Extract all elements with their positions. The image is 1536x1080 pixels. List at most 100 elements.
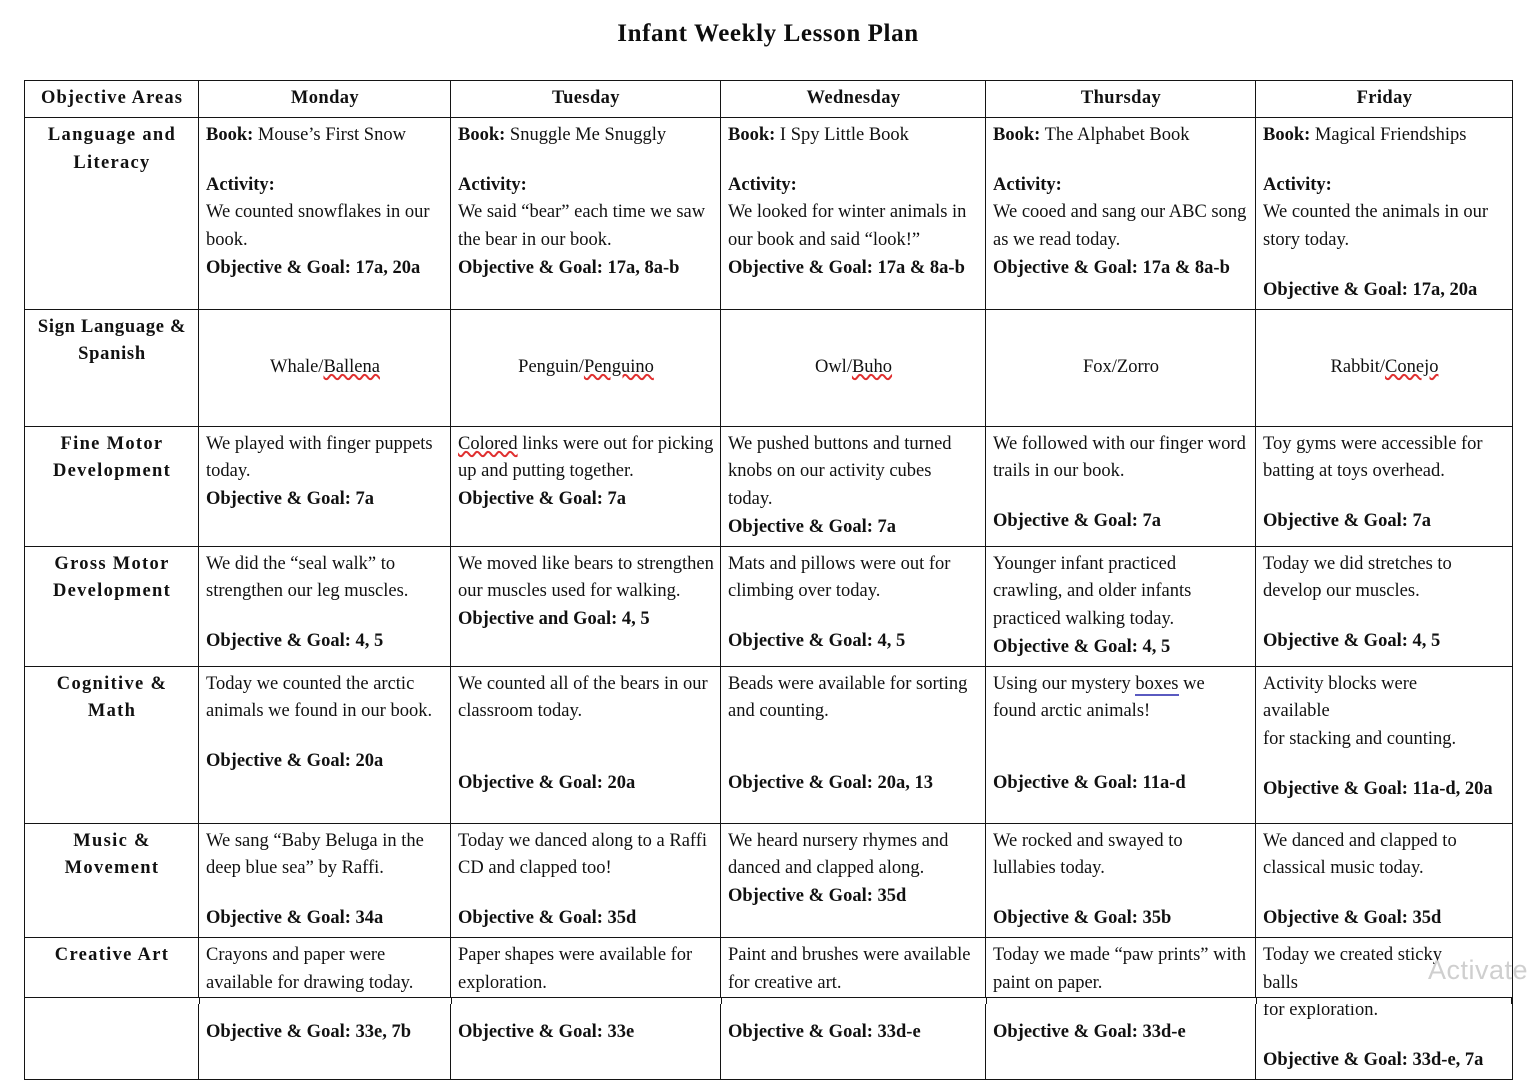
cell-creative-art-thursday: Today we made “paw prints” with paint on… [985,936,1256,1080]
cell-gross-motor-friday: Today we did stretches to develop our mu… [1255,545,1513,667]
book-title: The Alphabet Book [1040,124,1190,145]
objective-goal: Objective & Goal: 4, 5 [1263,631,1441,651]
cell-music-monday: We sang “Baby Beluga in the deep blue se… [198,822,451,938]
activity-text: We heard nursery rhymes and danced and c… [728,830,949,879]
sign-word-english: Rabbit/ [1330,356,1386,377]
row-label-line-3: Spanish [78,344,146,365]
table-row-cognitive-math: Cognitive & Math Today we counted the ar… [24,665,1513,824]
objective-goal: Objective & Goal: 34a [206,908,384,928]
activity-label: Activity: [993,174,1062,195]
cell-language-wednesday: Book: I Spy Little Book Activity: We loo… [720,116,986,310]
row-label-gross-motor: Gross Motor Development [24,545,199,667]
sign-word-spanish: Buho [851,356,893,377]
activity-text-line-2: available [1263,701,1330,722]
table-row-fine-motor: Fine Motor Development We played with fi… [24,425,1513,547]
activity-text: We did the “seal walk” to strengthen our… [206,553,409,602]
activity-text: We looked for winter animals in our book… [728,202,967,250]
objective-goal: Objective & Goal: 11a-d [993,773,1186,793]
cell-cognitive-monday: Today we counted the arctic animals we f… [198,665,451,824]
objective-goal: Objective & Goal: 33d-e [728,1022,921,1043]
lesson-plan-table: Objective Areas Monday Tuesday Wednesday… [24,80,1513,1080]
table-row-creative-art: Creative Art Crayons and paper were avai… [24,936,1513,1080]
activity-label: Activity: [728,174,797,195]
row-label-line-2: & [170,316,187,337]
cell-spacer [728,748,979,770]
row-label-line-1: Music & [73,830,151,851]
objective-goal: Objective & Goal: 17a, 8a-b [458,257,680,278]
objective-goal: Objective & Goal: 7a [728,516,896,537]
cell-fine-motor-monday: We played with finger puppets today. Obj… [198,425,451,547]
activity-text: We counted all of the bears in our class… [458,673,708,722]
row-label-line-2: Literacy [73,152,151,173]
column-header-tuesday: Tuesday [450,80,721,118]
objective-goal: Objective & Goal: 35d [728,886,907,906]
cell-spacer [728,606,979,628]
book-title: Snuggle Me Snuggly [505,124,667,145]
row-label-line-1: Language and [47,124,177,145]
sign-word-english: Owl/ [814,356,852,377]
objective-goal: Objective & Goal: 17a & 8a-b [728,257,965,278]
book-title: Magical Friendships [1310,124,1467,145]
cell-cognitive-tuesday: We counted all of the bears in our class… [450,665,721,824]
cell-spacer [458,748,714,770]
table-header-row: Objective Areas Monday Tuesday Wednesday… [24,80,1513,118]
cell-music-thursday: We rocked and swayed to lullabies today.… [985,822,1256,938]
cell-spacer [993,486,1249,508]
cell-creative-art-monday: Crayons and paper were available for dra… [198,936,451,1080]
activity-text: Colored links were out for picking up an… [458,431,714,487]
grid-line [451,998,452,1004]
objective-goal: Objective & Goal: 33e [458,1022,635,1043]
sign-word-pair: Fox/Zorro [1082,356,1160,377]
column-header-objective-areas: Objective Areas [24,80,199,118]
cell-spacer [1263,486,1506,508]
objective-goal: Objective & Goal: 20a [206,751,384,771]
cell-gross-motor-tuesday: We moved like bears to strengthen our mu… [450,545,721,667]
cell-spacer [206,606,444,628]
activity-text: We played with finger puppets today. [206,433,433,482]
activity-text: Beads were available for sorting and cou… [728,673,968,722]
table-row-language-literacy: Language and Literacy Book: Mouse’s Firs… [24,116,1513,310]
sign-word-english: Penguin/ [518,356,584,377]
cell-spacer [993,748,1249,770]
cell-spacer [1263,150,1506,172]
row-label-line-1: Fine Motor [60,433,164,454]
row-label-line-1: Creative Art [54,944,170,965]
activity-text: Today we did stretches to develop our mu… [1263,553,1452,602]
row-label-line-1: Sign Language [37,316,165,337]
cell-music-tuesday: Today we danced along to a Raffi CD and … [450,822,721,938]
activity-text-line-1: Activity blocks were [1263,673,1418,694]
sign-word-english: Whale/ [270,356,324,377]
objective-goal: Objective and Goal: 4, 5 [458,609,650,629]
cell-spacer [993,883,1249,905]
sign-word-spanish: Ballena [323,356,380,377]
objective-goal: Objective & Goal: 4, 5 [206,631,384,651]
activity-text: We said “bear” each time we saw the bear… [458,202,706,250]
cell-cognitive-friday: Activity blocks were available for stack… [1255,665,1513,824]
table-row-gross-motor: Gross Motor Development We did the “seal… [24,545,1513,667]
book-label: Book: [458,124,506,145]
row-label-line-2: Movement [64,858,160,879]
activity-text: Toy gyms were accessible for batting at … [1263,433,1483,482]
objective-goal: Objective & Goal: 33e, 7b [206,1022,411,1043]
cell-spacer [993,150,1249,172]
lesson-plan-table-container: Objective Areas Monday Tuesday Wednesday… [24,80,1513,1080]
row-label-line-1: Cognitive & [56,673,168,694]
objective-goal: Objective & Goal: 35b [993,908,1172,928]
grid-line [1256,998,1257,1004]
activity-text: We pushed buttons and turned knobs on ou… [728,433,952,510]
row-label-line-1: Gross Motor [54,553,170,574]
cell-language-tuesday: Book: Snuggle Me Snuggly Activity: We sa… [450,116,721,310]
column-header-wednesday: Wednesday [720,80,986,118]
cell-language-friday: Book: Magical Friendships Activity: We c… [1255,116,1513,310]
cell-spacer [458,726,714,748]
cell-fine-motor-friday: Toy gyms were accessible for batting at … [1255,425,1513,547]
objective-goal: Objective & Goal: 7a [206,489,374,509]
activity-text: Paint and brushes were available for cre… [728,944,971,993]
activity-text: We danced and clapped to classical music… [1263,830,1457,879]
activity-text-line-1: Today we created sticky [1263,944,1443,965]
objective-goal: Objective & Goal: 17a, 20a [1263,279,1478,300]
activity-text: Mats and pillows were out for climbing o… [728,553,951,602]
grid-line [986,998,987,1004]
book-label: Book: [728,124,776,145]
objective-goal: Objective & Goal: 35d [458,908,637,928]
